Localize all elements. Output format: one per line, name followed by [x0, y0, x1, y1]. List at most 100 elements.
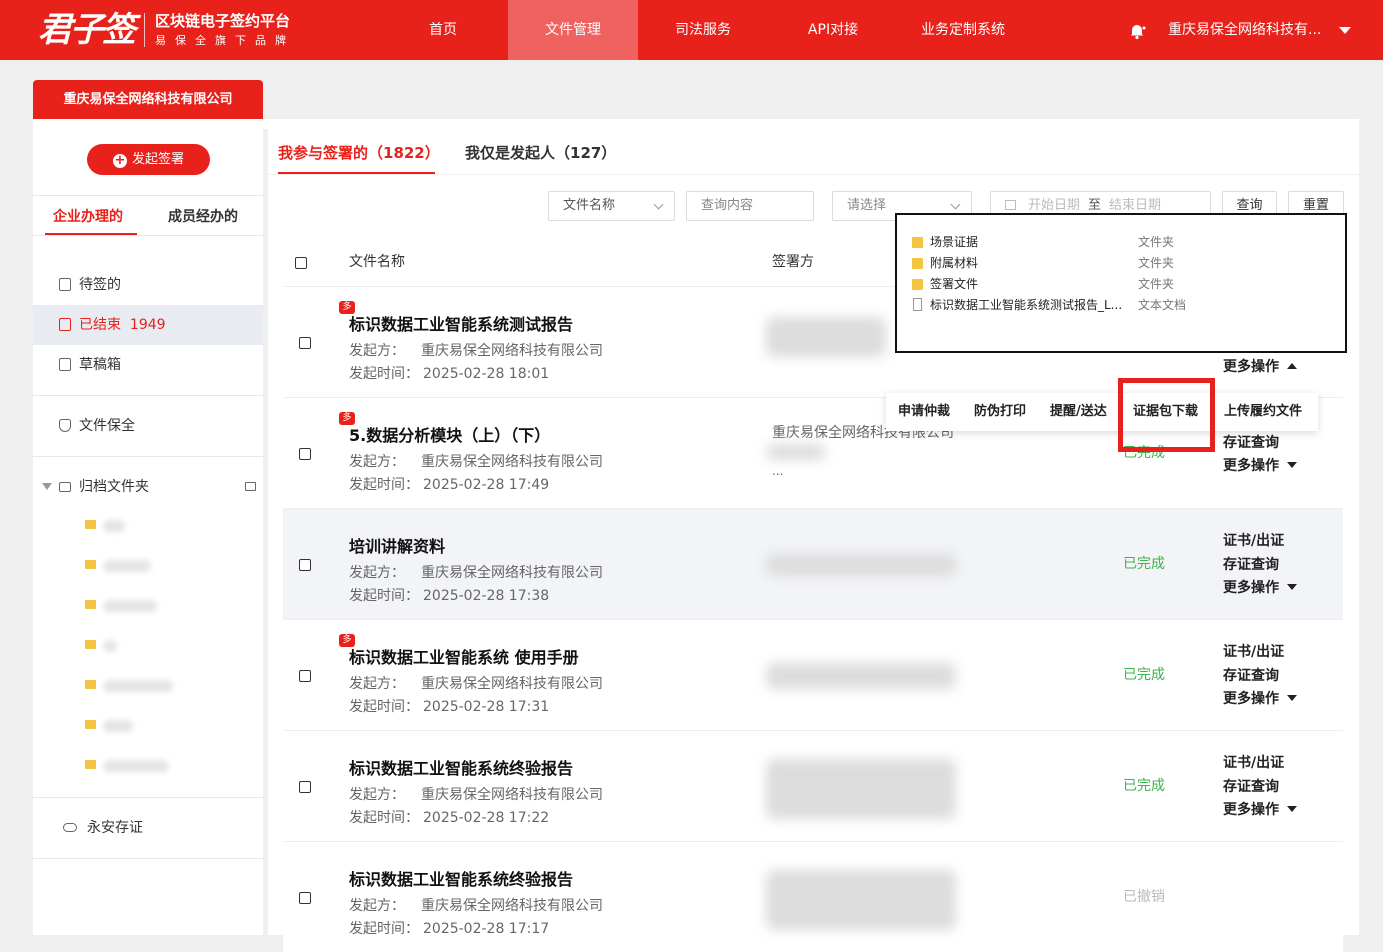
certificate-button[interactable]: 证书/出证 [1223, 643, 1284, 661]
sidebar-item-label: 草稿箱 [79, 357, 121, 373]
menu-remind-deliver[interactable]: 提醒/送达 [1050, 393, 1107, 431]
more-ops-button[interactable]: 更多操作 [1223, 690, 1297, 708]
account-company-name[interactable]: 重庆易保全网络科技有... [1168, 0, 1321, 60]
file-list-item[interactable]: 标识数据工业智能系统测试报告_L... 文本文档 [912, 295, 1332, 315]
menu-apply-arbitration[interactable]: 申请仲裁 [898, 393, 950, 431]
more-ops-button[interactable]: 更多操作 [1223, 358, 1297, 376]
nav-custom-system[interactable]: 业务定制系统 [898, 0, 1028, 60]
sidebar-item-label: 已结束 1949 [79, 317, 166, 333]
archive-subfolder[interactable] [85, 716, 205, 736]
file-title[interactable]: 标识数据工业智能系统 使用手册 [349, 647, 579, 669]
archive-subfolder[interactable] [85, 756, 205, 776]
row-checkbox[interactable] [299, 448, 311, 460]
menu-upload-performance-file[interactable]: 上传履约文件 [1224, 393, 1302, 431]
sidebar-item-yongan-evidence[interactable]: 永安存证 [33, 808, 263, 848]
row-checkbox[interactable] [299, 559, 311, 571]
nav-api[interactable]: API对接 [768, 0, 898, 60]
file-list-item[interactable]: 签署文件 文件夹 [912, 274, 1332, 294]
tab-enterprise-handled[interactable]: 企业办理的 [53, 207, 123, 227]
evidence-query-button[interactable]: 存证查询 [1223, 667, 1279, 685]
archive-subfolder[interactable] [85, 636, 205, 656]
nav-judicial-services[interactable]: 司法服务 [638, 0, 768, 60]
row-checkbox[interactable] [299, 670, 311, 682]
row-checkbox[interactable] [299, 781, 311, 793]
archive-subfolder[interactable] [85, 516, 205, 536]
shield-icon [59, 419, 71, 432]
query-input[interactable]: 查询内容 [686, 191, 814, 221]
panel-top-strip [33, 119, 1359, 129]
tab-member-handled[interactable]: 成员经办的 [168, 207, 238, 227]
tab-participated[interactable]: 我参与签署的（1822） [278, 143, 440, 163]
plus-icon: + [112, 153, 127, 168]
evidence-query-button[interactable]: 存证查询 [1223, 778, 1279, 796]
sidebar-item-pending[interactable]: 待签的 [33, 265, 263, 305]
time-line: 发起时间： 2025-02-28 18:01 [349, 366, 550, 382]
evidence-package-file-list: 场景证据 文件夹 附属材料 文件夹 签署文件 文件夹 标识数据工业智能系统测试报告_L… [895, 213, 1347, 353]
blurred-folder-name [103, 760, 169, 772]
drafts-icon [59, 358, 71, 371]
file-title[interactable]: 标识数据工业智能系统测试报告 [349, 314, 573, 336]
file-title[interactable]: 5.数据分析模块（上）（下） [349, 425, 550, 447]
sidebar-item-archive-folder[interactable]: 归档文件夹 [33, 467, 263, 507]
nav-home[interactable]: 首页 [378, 0, 508, 60]
column-file-name: 文件名称 [349, 254, 405, 270]
certificate-button[interactable]: 证书/出证 [1223, 532, 1284, 550]
company-tab[interactable]: 重庆易保全网络科技有限公司 [33, 80, 263, 119]
initiator-line: 发起方： 重庆易保全网络科技有限公司 [349, 565, 603, 581]
certificate-button[interactable]: 证书/出证 [1223, 754, 1284, 772]
tab-initiator-only[interactable]: 我仅是发起人（127） [465, 143, 616, 163]
sidebar-item-finished[interactable]: 已结束 1949 [33, 305, 263, 345]
highlight-box [1118, 378, 1215, 452]
brand-logo[interactable]: 君子签 区块链电子签约平台 易保全旗下品牌 [38, 10, 295, 50]
file-list-item[interactable]: 场景证据 文件夹 [912, 232, 1332, 252]
sidebar-item-label: 待签的 [79, 277, 121, 293]
divider [33, 195, 263, 196]
start-signing-button[interactable]: + 发起签署 [87, 144, 210, 175]
bell-icon[interactable] [1128, 22, 1146, 40]
menu-anti-counterfeit-print[interactable]: 防伪打印 [974, 393, 1026, 431]
blurred-signers [766, 663, 956, 689]
sidebar-item-drafts[interactable]: 草稿箱 [33, 345, 263, 385]
select-all-checkbox[interactable] [295, 257, 307, 269]
archive-subfolder[interactable] [85, 676, 205, 696]
file-list-item[interactable]: 附属材料 文件夹 [912, 253, 1332, 273]
file-title[interactable]: 培训讲解资料 [349, 536, 445, 558]
more-ops-button[interactable]: 更多操作 [1223, 457, 1297, 475]
initiator-line: 发起方： 重庆易保全网络科技有限公司 [349, 898, 603, 914]
status-badge: 已完成 [1123, 778, 1165, 794]
evidence-query-button[interactable]: 存证查询 [1223, 556, 1279, 574]
file-title[interactable]: 标识数据工业智能系统终验报告 [349, 758, 573, 780]
evidence-query-button[interactable]: 存证查询 [1223, 434, 1279, 452]
table-row[interactable]: 培训讲解资料 发起方： 重庆易保全网络科技有限公司 发起时间： 2025-02-28… [283, 509, 1343, 620]
row-checkbox[interactable] [299, 337, 311, 349]
caret-down-icon [1287, 584, 1297, 590]
add-folder-icon[interactable] [245, 482, 256, 491]
field-select[interactable]: 文件名称 [548, 191, 675, 221]
table-row[interactable]: 标识数据工业智能系统终验报告 发起方： 重庆易保全网络科技有限公司 发起时间： 20… [283, 842, 1343, 952]
blurred-folder-name [103, 560, 151, 572]
more-ops-menu: 申请仲裁 防伪打印 提醒/送达 证据包下载 上传履约文件 [886, 393, 1318, 431]
main-nav: 首页 文件管理 司法服务 API对接 业务定制系统 [378, 0, 1028, 60]
multi-badge: 多 [339, 412, 355, 425]
folder-icon [912, 237, 923, 248]
folder-icon [85, 760, 96, 769]
file-title[interactable]: 标识数据工业智能系统终验报告 [349, 869, 573, 891]
chevron-down-icon [653, 199, 664, 210]
pending-doc-icon [59, 278, 71, 291]
table-row[interactable]: 标识数据工业智能系统终验报告 发起方： 重庆易保全网络科技有限公司 发起时间： 20… [283, 731, 1343, 842]
caret-down-icon [1287, 695, 1297, 701]
account-dropdown-icon[interactable] [1339, 27, 1351, 34]
archive-subfolder[interactable] [85, 556, 205, 576]
more-ops-button[interactable]: 更多操作 [1223, 801, 1297, 819]
finished-doc-icon [59, 318, 71, 331]
table-row[interactable]: 多 标识数据工业智能系统 使用手册 发起方： 重庆易保全网络科技有限公司 发起时间… [283, 620, 1343, 731]
blurred-signers [766, 317, 886, 357]
nav-file-management[interactable]: 文件管理 [508, 0, 638, 60]
row-checkbox[interactable] [299, 892, 311, 904]
collapse-arrow-icon[interactable] [42, 483, 52, 490]
blurred-folder-name [103, 640, 117, 652]
sidebar-item-file-preservation[interactable]: 文件保全 [33, 406, 263, 446]
more-ops-button[interactable]: 更多操作 [1223, 579, 1297, 597]
logo-divider [144, 13, 145, 47]
archive-subfolder[interactable] [85, 596, 205, 616]
